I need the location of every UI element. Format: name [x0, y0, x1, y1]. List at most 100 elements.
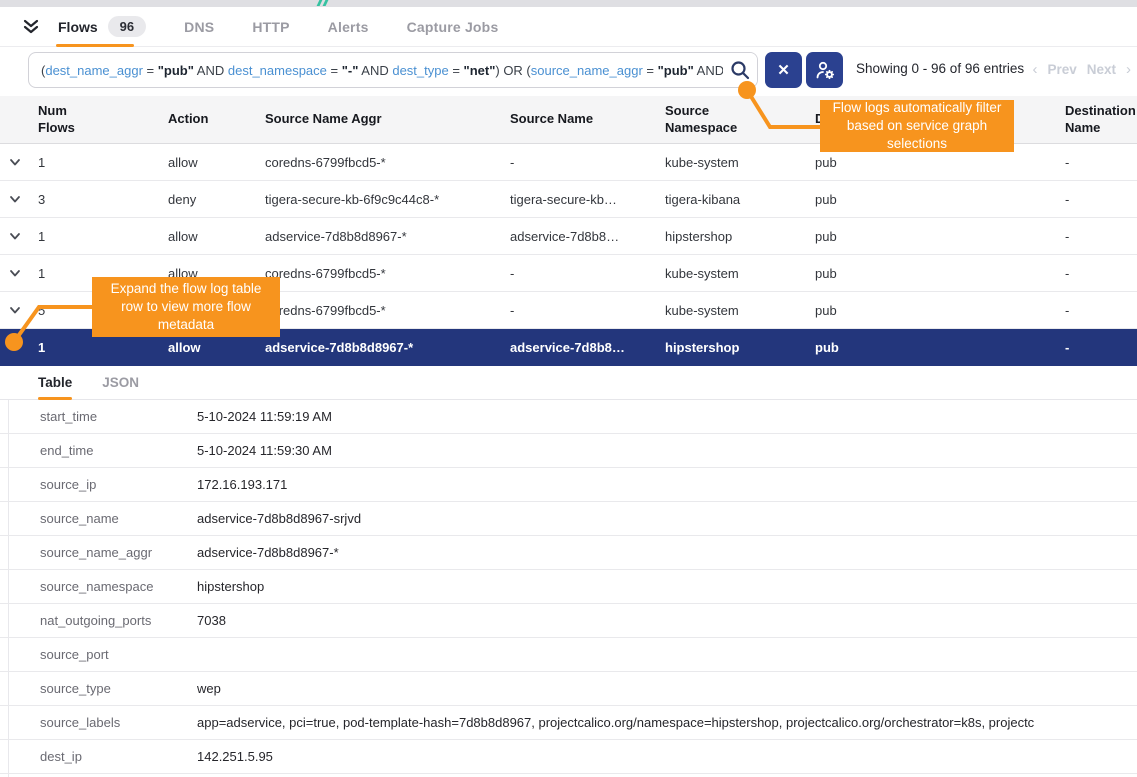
- detail-key: source_namespace: [0, 579, 197, 594]
- cell-dest: -: [1065, 192, 1137, 207]
- cell-action: allow: [168, 229, 265, 244]
- query-token: "net": [464, 63, 496, 78]
- cell-dest_aggr: pub: [815, 155, 1065, 170]
- query-token: dest_namespace: [228, 63, 327, 78]
- flow-logs-panel: Flows 96 DNS HTTP Alerts Capture Jobs (d…: [0, 0, 1137, 777]
- detail-row: dest_ip142.251.5.95: [0, 740, 1137, 774]
- tooltip-text: Expand the flow log table row to view mo…: [102, 280, 270, 335]
- cell-src: -: [510, 266, 665, 281]
- detail-key: dest_ip: [0, 749, 197, 764]
- cell-dest_aggr: pub: [815, 192, 1065, 207]
- prev-button[interactable]: Prev: [1047, 62, 1076, 77]
- entries-count-text: Showing 0 - 96 of 96 entries: [856, 61, 1024, 76]
- flow-row[interactable]: 1allowadservice-7d8b8d8967-*adservice-7d…: [0, 218, 1137, 255]
- flow-detail-table: start_time5-10-2024 11:59:19 AMend_time5…: [0, 400, 1137, 774]
- detail-row: end_time5-10-2024 11:59:30 AM: [0, 434, 1137, 468]
- tab-http[interactable]: HTTP: [252, 19, 289, 35]
- detail-row: source_nameadservice-7d8b8d8967-srjvd: [0, 502, 1137, 536]
- cell-src_ns: kube-system: [665, 266, 815, 281]
- close-icon: ✕: [777, 61, 790, 79]
- detail-value: adservice-7d8b8d8967-*: [197, 545, 1137, 560]
- cell-src_aggr: coredns-6799fbcd5-*: [265, 155, 510, 170]
- col-action: Action: [168, 111, 208, 126]
- cell-src_ns: kube-system: [665, 303, 815, 318]
- expand-row-chevron-icon[interactable]: [8, 303, 22, 317]
- tab-capture-jobs[interactable]: Capture Jobs: [407, 19, 499, 35]
- detail-key: end_time: [0, 443, 197, 458]
- query-token: ) OR (: [495, 63, 530, 78]
- detail-key: source_name: [0, 511, 197, 526]
- col-source-name: Source Name: [510, 111, 593, 126]
- subtab-json-label: JSON: [102, 375, 139, 390]
- detail-key: start_time: [0, 409, 197, 424]
- tab-flows-label: Flows: [58, 19, 98, 35]
- query-token: dest_name_aggr: [45, 63, 143, 78]
- strip-fragment: [317, 0, 323, 6]
- detail-key: source_ip: [0, 477, 197, 492]
- expand-row-chevron-icon[interactable]: [8, 266, 22, 280]
- subtab-table-label: Table: [38, 375, 72, 390]
- tooltip-flow-logs-filter: Flow logs automatically filter based on …: [820, 100, 1014, 152]
- cell-dest_aggr: pub: [815, 340, 1065, 355]
- detail-value: 5-10-2024 11:59:30 AM: [197, 443, 1137, 458]
- filter-row: (dest_name_aggr = "pub" AND dest_namespa…: [0, 47, 1137, 97]
- cell-src: -: [510, 155, 665, 170]
- next-chevron-icon: ›: [1126, 61, 1131, 78]
- query-token: =: [449, 63, 464, 78]
- cell-action: allow: [168, 340, 265, 355]
- cell-dest: -: [1065, 266, 1137, 281]
- expand-row-chevron-icon[interactable]: [8, 192, 22, 206]
- tooltip-expand-row: Expand the flow log table row to view mo…: [92, 277, 280, 337]
- query-token: =: [327, 63, 342, 78]
- cell-src_aggr: tigera-secure-kb-6f9c9c44c8-*: [265, 192, 510, 207]
- query-token: AND: [358, 63, 392, 78]
- cell-dest: -: [1065, 229, 1137, 244]
- cell-src: adservice-7d8b8…: [510, 229, 665, 244]
- cell-num: 1: [38, 155, 168, 170]
- flow-row[interactable]: 3denytigera-secure-kb-6f9c9c44c8-*tigera…: [0, 181, 1137, 218]
- detail-key: source_name_aggr: [0, 545, 197, 560]
- user-gear-icon: [814, 59, 836, 81]
- prev-chevron-icon: ‹: [1032, 61, 1037, 78]
- expand-row-chevron-icon[interactable]: [8, 155, 22, 169]
- cell-src_ns: hipstershop: [665, 340, 815, 355]
- detail-value: app=adservice, pci=true, pod-template-ha…: [197, 715, 1137, 730]
- search-icon[interactable]: [723, 53, 757, 87]
- query-search-input[interactable]: (dest_name_aggr = "pub" AND dest_namespa…: [28, 52, 758, 88]
- col-num-flows: Num Flows: [38, 103, 90, 137]
- query-token: source_name_aggr: [531, 63, 643, 78]
- cell-action: allow: [168, 155, 265, 170]
- subtab-json[interactable]: JSON: [102, 366, 139, 400]
- expand-row-chevron-icon[interactable]: [8, 229, 22, 243]
- detail-row: start_time5-10-2024 11:59:19 AM: [0, 400, 1137, 434]
- detail-row: source_name_aggradservice-7d8b8d8967-*: [0, 536, 1137, 570]
- next-button[interactable]: Next: [1087, 62, 1116, 77]
- pager: ‹ Prev Next ›: [1032, 61, 1131, 78]
- detail-value: 5-10-2024 11:59:19 AM: [197, 409, 1137, 424]
- detail-row: nat_outgoing_ports7038: [0, 604, 1137, 638]
- cell-src_ns: kube-system: [665, 155, 815, 170]
- query-token: =: [643, 63, 658, 78]
- cell-src_aggr: adservice-7d8b8d8967-*: [265, 340, 510, 355]
- clear-filter-button[interactable]: ✕: [765, 52, 802, 88]
- detail-value: 172.16.193.171: [197, 477, 1137, 492]
- cell-dest_aggr: pub: [815, 303, 1065, 318]
- col-source-name-aggr: Source Name Aggr: [265, 111, 382, 126]
- subtab-table[interactable]: Table: [38, 366, 72, 400]
- detail-key: source_port: [0, 647, 197, 662]
- query-text: (dest_name_aggr = "pub" AND dest_namespa…: [29, 63, 723, 78]
- cell-src: -: [510, 303, 665, 318]
- collapse-panel-double-chevron-icon[interactable]: [20, 16, 42, 38]
- col-destination-name: Destination Name: [1065, 103, 1137, 137]
- flows-count-badge: 96: [108, 16, 146, 37]
- detail-value: hipstershop: [197, 579, 1137, 594]
- top-cutoff-strip: [0, 0, 1137, 7]
- tab-alerts[interactable]: Alerts: [328, 19, 369, 35]
- user-settings-button[interactable]: [806, 52, 843, 88]
- detail-value: 7038: [197, 613, 1137, 628]
- cell-dest: -: [1065, 340, 1137, 355]
- query-token: "pub": [658, 63, 694, 78]
- cell-num: 3: [38, 192, 168, 207]
- tab-flows[interactable]: Flows 96: [58, 7, 146, 47]
- tab-dns[interactable]: DNS: [184, 19, 214, 35]
